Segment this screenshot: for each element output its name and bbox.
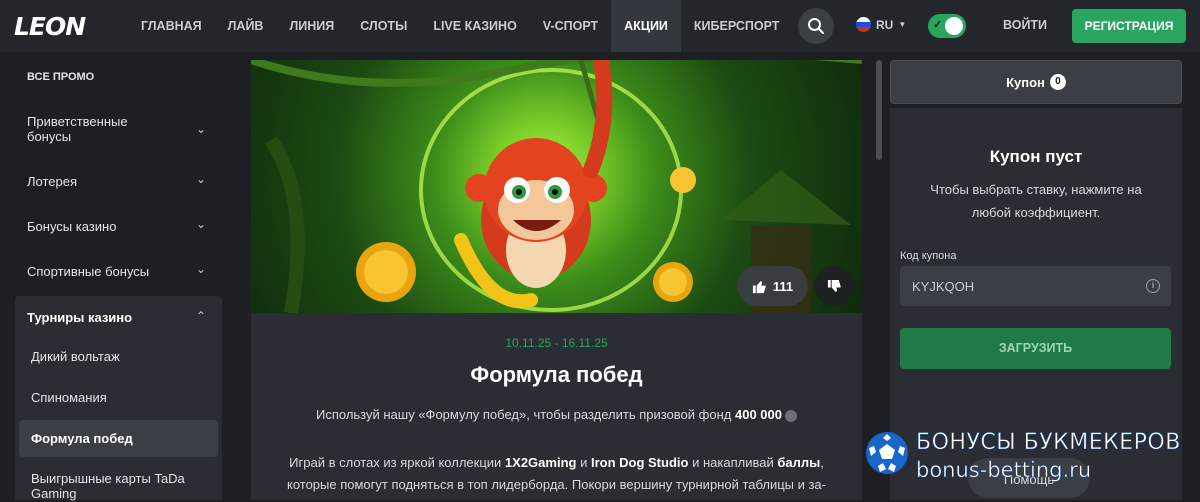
sub-item-tada-cards[interactable]: Выигрышные карты TaDa Gaming xyxy=(31,471,211,501)
sidebar-item-lottery[interactable]: Лотерея ⌄ xyxy=(27,172,212,189)
promo-intro-text: Используй нашу «Формулу побед», чтобы ра… xyxy=(251,407,862,422)
toggle-knob xyxy=(945,17,963,35)
currency-icon xyxy=(784,409,797,422)
register-button[interactable]: РЕГИСТРАЦИЯ xyxy=(1072,9,1186,43)
coupon-code-label: Код купона xyxy=(900,250,957,262)
provider-1x2gaming: 1X2Gaming xyxy=(504,455,577,470)
prize-fund-amount: 400 000 xyxy=(734,407,782,422)
theme-toggle[interactable]: ✓ xyxy=(928,14,966,38)
thumbs-down-icon xyxy=(827,279,841,292)
thumbs-up-icon xyxy=(752,280,766,293)
desc-text: и накапливай xyxy=(692,455,774,470)
sidebar-item-label: Приветственные бонусы xyxy=(27,114,128,144)
main-nav: ГЛАВНАЯ ЛАЙВ ЛИНИЯ СЛОТЫ LIVE КАЗИНО V-С… xyxy=(128,0,835,52)
nav-slots[interactable]: СЛОТЫ xyxy=(347,0,420,52)
nav-live[interactable]: ЛАЙВ xyxy=(215,0,277,52)
promo-title: Формула побед xyxy=(470,362,643,387)
promo-card: 111 10.11.25 - 16.11.25 Формула побед Ис… xyxy=(251,60,862,500)
chevron-down-icon: ⌄ xyxy=(195,172,206,186)
like-count: 111 xyxy=(772,278,794,294)
nav-line[interactable]: ЛИНИЯ xyxy=(276,0,347,52)
intro-text: Используй нашу «Формулу побед», чтобы ра… xyxy=(316,407,732,422)
coupon-code-input[interactable] xyxy=(900,266,1171,306)
nav-home[interactable]: ГЛАВНАЯ xyxy=(128,0,215,52)
chevron-down-icon: ⌄ xyxy=(195,122,206,136)
watermark-url: bonus-betting.ru xyxy=(916,458,1092,483)
top-header: LEON ГЛАВНАЯ ЛАЙВ ЛИНИЯ СЛОТЫ LIVE КАЗИН… xyxy=(0,0,1200,52)
empty-coupon-text: Чтобы выбрать ставку, нажмите на любой к… xyxy=(930,182,1142,220)
like-button[interactable]: 111 xyxy=(737,266,808,306)
empty-coupon-title: Купон пуст xyxy=(989,147,1083,166)
all-promo-link[interactable]: ВСЕ ПРОМО xyxy=(27,71,94,83)
coupon-tab-label: Купон xyxy=(1006,74,1045,90)
scrollbar[interactable] xyxy=(876,60,882,160)
coupon-tab[interactable]: Купон 0 xyxy=(890,60,1182,104)
sidebar-item-sports-bonuses[interactable]: Спортивные бонусы ⌄ xyxy=(27,262,212,279)
dislike-button[interactable] xyxy=(814,266,854,306)
promo-description: Играй в слотах из яркой коллекции 1X2Gam… xyxy=(269,452,844,496)
desc-text: Играй в слотах из яркой коллекции xyxy=(289,455,502,470)
sub-item-formula-wins[interactable]: Формула побед xyxy=(31,431,211,446)
desc-and: и xyxy=(580,455,588,470)
nav-promotions[interactable]: АКЦИИ xyxy=(611,0,681,52)
sidebar-item-label: Спортивные бонусы xyxy=(27,264,150,279)
check-icon: ✓ xyxy=(933,19,943,31)
watermark: БОНУСЫ БУКМЕКЕРОВ bonus-betting.ru xyxy=(864,428,1200,500)
login-button[interactable]: ВОЙТИ xyxy=(1003,18,1047,32)
leon-logo[interactable]: LEON xyxy=(14,12,86,41)
coupon-count-badge: 0 xyxy=(1049,74,1066,90)
chevron-down-icon: ⌄ xyxy=(195,217,206,231)
promo-sidebar: ВСЕ ПРОМО Приветственные бонусы ⌄ Лотере… xyxy=(0,52,235,501)
load-coupon-button[interactable]: ЗАГРУЗИТЬ xyxy=(900,328,1171,369)
provider-iron-dog: Iron Dog Studio xyxy=(590,455,689,470)
sidebar-item-casino-bonuses[interactable]: Бонусы казино ⌄ xyxy=(27,217,212,234)
points-word: баллы xyxy=(777,455,821,470)
russia-flag-icon xyxy=(856,17,871,32)
nav-v-sport[interactable]: V-СПОРТ xyxy=(530,0,611,52)
chevron-up-icon[interactable]: ⌃ xyxy=(196,309,206,323)
promo-date-range: 10.11.25 - 16.11.25 xyxy=(505,336,608,350)
info-icon[interactable]: i xyxy=(1146,279,1160,293)
nav-live-casino[interactable]: LIVE КАЗИНО xyxy=(420,0,529,52)
language-code: RU xyxy=(876,17,894,32)
nav-esports[interactable]: КИБЕРСПОРТ xyxy=(681,0,793,52)
sidebar-item-label: Лотерея xyxy=(27,174,78,189)
sub-item-spinomania[interactable]: Спиномания xyxy=(31,390,211,405)
search-icon xyxy=(808,18,824,34)
watermark-title: БОНУСЫ БУКМЕКЕРОВ xyxy=(916,430,1181,456)
sub-item-wild-voltage[interactable]: Дикий вольтаж xyxy=(31,349,211,364)
soccer-ball-icon xyxy=(866,432,908,474)
sidebar-item-welcome-bonuses[interactable]: Приветственные бонусы ⌄ xyxy=(27,114,212,144)
sidebar-item-label: Бонусы казино xyxy=(27,219,117,234)
promo-banner-image: 111 xyxy=(251,60,862,313)
chevron-down-icon: ⌄ xyxy=(195,262,206,276)
caret-down-icon: ▼ xyxy=(898,20,907,29)
language-selector[interactable]: RU ▼ xyxy=(856,17,906,32)
group-title[interactable]: Турниры казино xyxy=(27,310,132,325)
search-button[interactable] xyxy=(798,8,834,44)
casino-tournaments-group: Турниры казино ⌃ Дикий вольтаж Спиномани… xyxy=(15,296,222,501)
